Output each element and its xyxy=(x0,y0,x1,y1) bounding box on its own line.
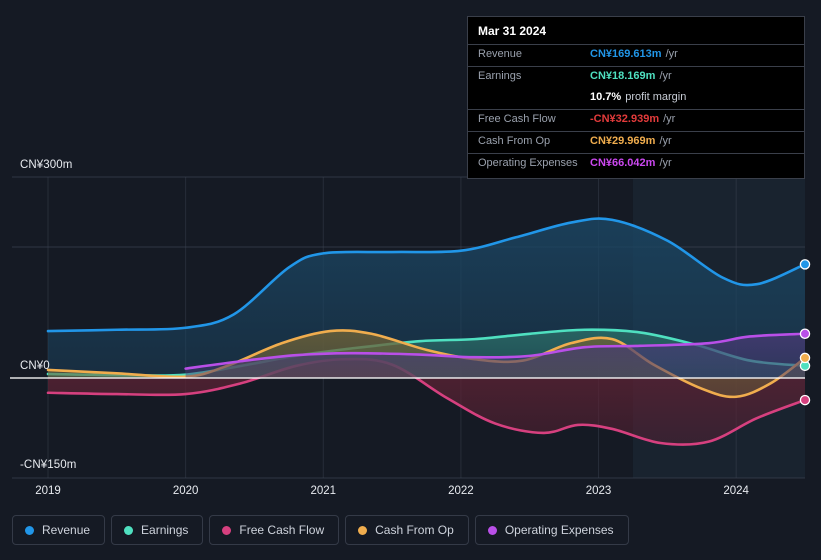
y-axis-label-min: -CN¥150m xyxy=(20,459,77,471)
tooltip-row-value: CN¥66.042m/yr xyxy=(590,157,672,169)
y-axis-label-max: CN¥300m xyxy=(20,159,73,171)
legend-color-dot-icon xyxy=(222,525,232,535)
financial-chart-widget: CN¥300m CN¥0 -CN¥150m 2019 2020 2021 2022 20… xyxy=(0,0,821,560)
legend-item-label: Cash From Op xyxy=(375,523,454,537)
x-axis-tick-2019: 2019 xyxy=(35,485,61,497)
legend-color-dot-icon xyxy=(25,525,34,535)
tooltip-row: Revenue CN¥169.613m/yr xyxy=(468,44,804,66)
x-axis-tick-2023: 2023 xyxy=(585,485,612,497)
tooltip-row: Cash From Op CN¥29.969m/yr xyxy=(468,131,804,153)
tooltip-row: Operating Expenses CN¥66.042m/yr xyxy=(468,153,804,175)
legend-item-operating-expenses[interactable]: Operating Expenses xyxy=(474,515,629,545)
x-axis-tick-2020: 2020 xyxy=(172,485,199,497)
tooltip-row-value: CN¥29.969m/yr xyxy=(590,135,672,147)
endpoint-marker-free-cash-flow xyxy=(799,394,811,406)
legend-item-cash-from-op[interactable]: Cash From Op xyxy=(345,515,469,545)
legend-item-revenue[interactable]: Revenue xyxy=(12,515,106,545)
legend-item-label: Free Cash Flow xyxy=(239,523,325,537)
tooltip-row-label: Cash From Op xyxy=(478,135,551,147)
endpoint-marker-revenue xyxy=(799,259,811,270)
tooltip-row: Earnings CN¥18.169m/yr xyxy=(468,66,804,88)
tooltip-row-label: Revenue xyxy=(478,48,523,60)
endpoint-marker-operating-expenses xyxy=(799,328,811,340)
tooltip-rows: Revenue CN¥169.613m/yr Earnings CN¥18.169m /… xyxy=(468,44,804,175)
tooltip-row-label: Operating Expenses xyxy=(478,157,578,169)
legend-item-label: Earnings xyxy=(141,523,189,537)
tooltip-row-value: 10.7% profit margin xyxy=(590,91,687,103)
tooltip-row: Free Cash Flow -CN¥32.939m/yr xyxy=(468,109,804,131)
tooltip-row-value: CN¥169.613m/yr xyxy=(590,48,678,60)
legend-item-earnings[interactable]: Earnings xyxy=(111,515,204,545)
legend-color-dot-icon xyxy=(358,525,368,535)
legend-color-dot-icon xyxy=(487,525,497,535)
legend-item-free-cash-flow[interactable]: Free Cash Flow xyxy=(209,515,340,545)
tooltip-row: 10.7% profit margin xyxy=(468,88,804,109)
chart-legend[interactable]: Revenue Earnings Free Cash Flow Cash From O… xyxy=(12,515,629,545)
tooltip-date: Mar 31 2024 xyxy=(478,24,547,38)
y-axis-label-zero: CN¥0 xyxy=(20,360,50,372)
legend-item-label: Operating Expenses xyxy=(504,523,614,537)
chart-tooltip: Mar 31 2024 Revenue CN¥169.613m/yr Earning… xyxy=(467,16,805,179)
x-axis-tick-2022: 2022 xyxy=(448,485,474,497)
legend-item-label: Revenue xyxy=(42,523,91,537)
endpoint-marker-cash-from-op xyxy=(799,352,811,364)
legend-color-dot-icon xyxy=(124,525,134,535)
tooltip-row-label: Free Cash Flow xyxy=(478,113,556,125)
x-axis-tick-2024: 2024 xyxy=(723,485,749,497)
tooltip-row-label: Earnings xyxy=(478,70,522,82)
x-axis-tick-2021: 2021 xyxy=(310,485,337,497)
tooltip-row-value: CN¥18.169m/yr xyxy=(590,70,672,82)
tooltip-row-value: -CN¥32.939m/yr xyxy=(590,113,676,125)
